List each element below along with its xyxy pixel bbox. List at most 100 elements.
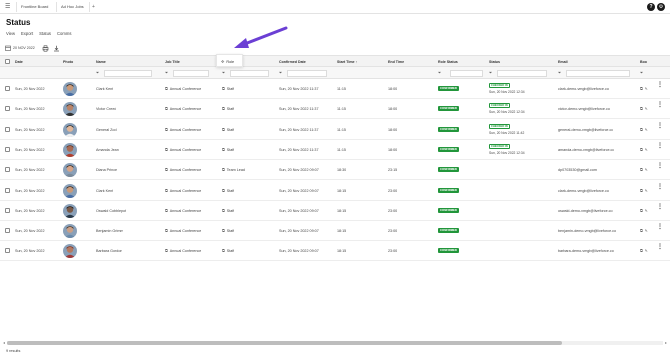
cell-boo[interactable]: ⧉ ✎	[640, 120, 648, 140]
filter-icon[interactable]: ⏷	[438, 70, 441, 76]
subnav-status[interactable]: Status	[39, 31, 51, 38]
cell-name[interactable]: Diana Prince	[96, 160, 117, 180]
external-link-icon[interactable]: ⧉	[640, 189, 643, 193]
external-link-icon[interactable]: ⧉	[222, 229, 225, 233]
cell-name[interactable]: Oswald Cobblepot	[96, 201, 126, 221]
row-checkbox[interactable]	[5, 187, 10, 193]
scroll-right-icon[interactable]: ▸	[665, 340, 667, 346]
tab-frontline-board[interactable]: Frontline Board	[16, 2, 54, 12]
table-row[interactable]: Sun, 20 Nov 2022 Benjamin Grimm ⧉ Annual Co…	[0, 221, 670, 242]
filter-input[interactable]	[173, 70, 209, 77]
filter-input[interactable]	[287, 70, 327, 77]
row-checkbox[interactable]	[5, 167, 10, 173]
filter-job-title[interactable]: ⏷	[165, 70, 213, 77]
table-row[interactable]: Sun, 20 Nov 2022 Amanda Jean ⧉ Annual Confe…	[0, 139, 670, 160]
cell-role[interactable]: ⧉ Staff	[222, 120, 234, 140]
external-link-icon[interactable]: ⧉	[165, 128, 168, 132]
tab-ad-hoc-jobs[interactable]: Ad Hoc Jobs	[56, 2, 88, 12]
cell-job-title[interactable]: ⧉ Annual Conference	[165, 99, 201, 119]
external-link-icon[interactable]: ⧉	[640, 87, 643, 91]
external-link-icon[interactable]: ⧉	[222, 209, 225, 213]
cell-role[interactable]: ⧉ Team Lead	[222, 160, 245, 180]
external-link-icon[interactable]: ⧉	[222, 107, 225, 111]
filter-icon[interactable]: ⏷	[640, 70, 643, 76]
external-link-icon[interactable]: ⧉	[222, 249, 225, 253]
cell-role[interactable]: ⧉ Staff	[222, 221, 234, 241]
external-link-icon[interactable]: ⧉	[640, 128, 643, 132]
filter-role[interactable]: ⏷	[222, 70, 272, 77]
cell-name[interactable]: General Zod	[96, 120, 117, 140]
row-checkbox[interactable]	[5, 106, 10, 112]
filter-status[interactable]: ⏷	[489, 70, 549, 77]
pencil-icon[interactable]: ✎	[645, 249, 648, 253]
table-row[interactable]: Sun, 20 Nov 2022 General Zod ⧉ Annual Confe…	[0, 119, 670, 140]
cell-role[interactable]: ⧉ Staff	[222, 140, 234, 160]
external-link-icon[interactable]: ⧉	[165, 189, 168, 193]
calendar-icon[interactable]	[5, 45, 11, 51]
cell-name[interactable]: Clark Kent	[96, 79, 113, 99]
cell-role[interactable]: ⧉ Staff	[222, 79, 234, 99]
row-checkbox[interactable]	[5, 86, 10, 91]
pencil-icon[interactable]: ✎	[645, 168, 648, 172]
cell-boo[interactable]: ⧉ ✎	[640, 241, 648, 261]
external-link-icon[interactable]: ⧉	[165, 148, 168, 152]
cell-job-title[interactable]: ⧉ Annual Conference	[165, 140, 201, 160]
horizontal-scrollbar[interactable]: ◂ ▸	[3, 340, 667, 346]
filter-icon[interactable]: ⏷	[165, 70, 168, 76]
external-link-icon[interactable]: ⧉	[165, 107, 168, 111]
cell-name[interactable]: Clark Kent	[96, 181, 113, 201]
pencil-icon[interactable]: ✎	[645, 128, 648, 132]
pencil-icon[interactable]: ✎	[645, 229, 648, 233]
cell-boo[interactable]: ⧉ ✎	[640, 201, 648, 221]
cell-role[interactable]: ⧉ Staff	[222, 181, 234, 201]
cell-email[interactable]: barbara-demo-vmgb@liveforce.co	[558, 241, 614, 261]
cell-email[interactable]: dp0703530@gmail.com	[558, 160, 597, 180]
filter-name[interactable]: ⏷	[96, 70, 156, 77]
cell-boo[interactable]: ⧉ ✎	[640, 221, 648, 241]
cell-name[interactable]: Amanda Jean	[96, 140, 119, 160]
row-actions-menu-icon[interactable]: ⋮	[657, 224, 663, 236]
cell-job-title[interactable]: ⧉ Annual Conference	[165, 221, 201, 241]
cell-email[interactable]: oswald-demo-vmgb@liveforce.co	[558, 201, 613, 221]
help-icon[interactable]: ?	[647, 3, 655, 11]
gear-icon[interactable]: ⚙	[657, 3, 665, 11]
subnav-view[interactable]: View	[6, 31, 15, 38]
date-picker[interactable]: 20 NOV 2022	[13, 46, 35, 50]
cell-name[interactable]: Victor Creed	[96, 99, 116, 119]
cell-boo[interactable]: ⧉ ✎	[640, 99, 648, 119]
cell-role[interactable]: ⧉ Staff	[222, 99, 234, 119]
external-link-icon[interactable]: ⧉	[165, 87, 168, 91]
cell-email[interactable]: benjamin-demo-vmgb@liveforce.co	[558, 221, 616, 241]
filter-icon[interactable]: ⏷	[279, 70, 282, 76]
row-checkbox[interactable]	[5, 146, 10, 152]
table-row[interactable]: Sun, 20 Nov 2022 Clark Kent ⧉ Annual Confer…	[0, 79, 670, 99]
row-actions-menu-icon[interactable]: ⋮	[657, 82, 663, 94]
filter-input[interactable]	[450, 70, 483, 77]
row-actions-menu-icon[interactable]: ⋮	[657, 143, 663, 155]
cell-boo[interactable]: ⧉ ✎	[640, 160, 648, 180]
filter-icon[interactable]: ⏷	[489, 70, 492, 76]
row-actions-menu-icon[interactable]: ⋮	[657, 163, 663, 175]
external-link-icon[interactable]: ⧉	[165, 249, 168, 253]
cell-email[interactable]: victor-demo-vmgb@liveforce.co	[558, 99, 610, 119]
row-checkbox[interactable]	[5, 228, 10, 234]
row-checkbox[interactable]	[5, 126, 10, 132]
filter-input[interactable]	[230, 70, 269, 77]
filter-input[interactable]	[497, 70, 547, 77]
table-row[interactable]: Sun, 20 Nov 2022 Barbara Gordon ⧉ Annual Co…	[0, 241, 670, 262]
filter-icon[interactable]: ⏷	[558, 70, 561, 76]
select-all-checkbox[interactable]	[5, 59, 10, 64]
cell-name[interactable]: Barbara Gordon	[96, 241, 122, 261]
external-link-icon[interactable]: ⧉	[165, 209, 168, 213]
download-icon[interactable]	[53, 45, 60, 52]
row-checkbox[interactable]	[5, 248, 10, 254]
pencil-icon[interactable]: ✎	[645, 87, 648, 91]
dragged-column-role[interactable]: ✥ Role	[216, 54, 243, 67]
filter-role-status[interactable]: ⏷	[438, 70, 483, 77]
external-link-icon[interactable]: ⧉	[640, 209, 643, 213]
external-link-icon[interactable]: ⧉	[222, 128, 225, 132]
external-link-icon[interactable]: ⧉	[165, 229, 168, 233]
cell-role[interactable]: ⧉ Staff	[222, 241, 234, 261]
cell-email[interactable]: amanda-demo-vmgb@liveforce.co	[558, 140, 614, 160]
external-link-icon[interactable]: ⧉	[222, 148, 225, 152]
